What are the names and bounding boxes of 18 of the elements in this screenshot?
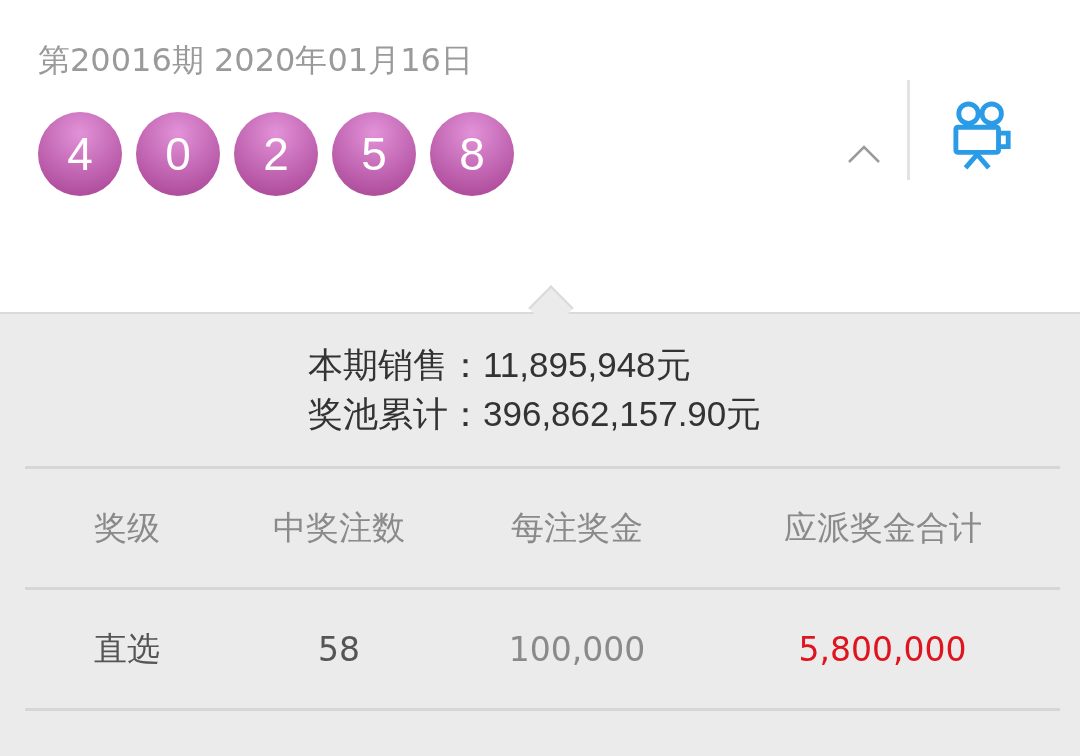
number-ball: 5 <box>332 112 416 196</box>
summary-text: 本期销售：11,895,948元 <box>308 344 691 386</box>
column-header: 奖级 <box>93 506 161 549</box>
summary-text: 奖池累计：396,862,157.90元 <box>308 393 762 435</box>
draw-date: 第20016期 2020年01月16日 <box>38 40 474 81</box>
table-cell-text: 直选 <box>93 627 161 670</box>
video-camera-icon[interactable] <box>952 100 1014 170</box>
column-header: 中奖注数 <box>272 506 406 549</box>
table-cell-text: 5,800,000 <box>797 629 968 669</box>
number-ball: 8 <box>430 112 514 196</box>
number-ball: 4 <box>38 112 122 196</box>
column-header: 应派奖金合计 <box>782 506 983 549</box>
number-ball: 0 <box>136 112 220 196</box>
column-header: 每注奖金 <box>510 506 644 549</box>
table-cell-text: 100,000 <box>507 629 647 669</box>
table-cell-text: 58 <box>317 629 361 669</box>
number-ball: 2 <box>234 112 318 196</box>
caret-icon[interactable] <box>847 144 881 164</box>
